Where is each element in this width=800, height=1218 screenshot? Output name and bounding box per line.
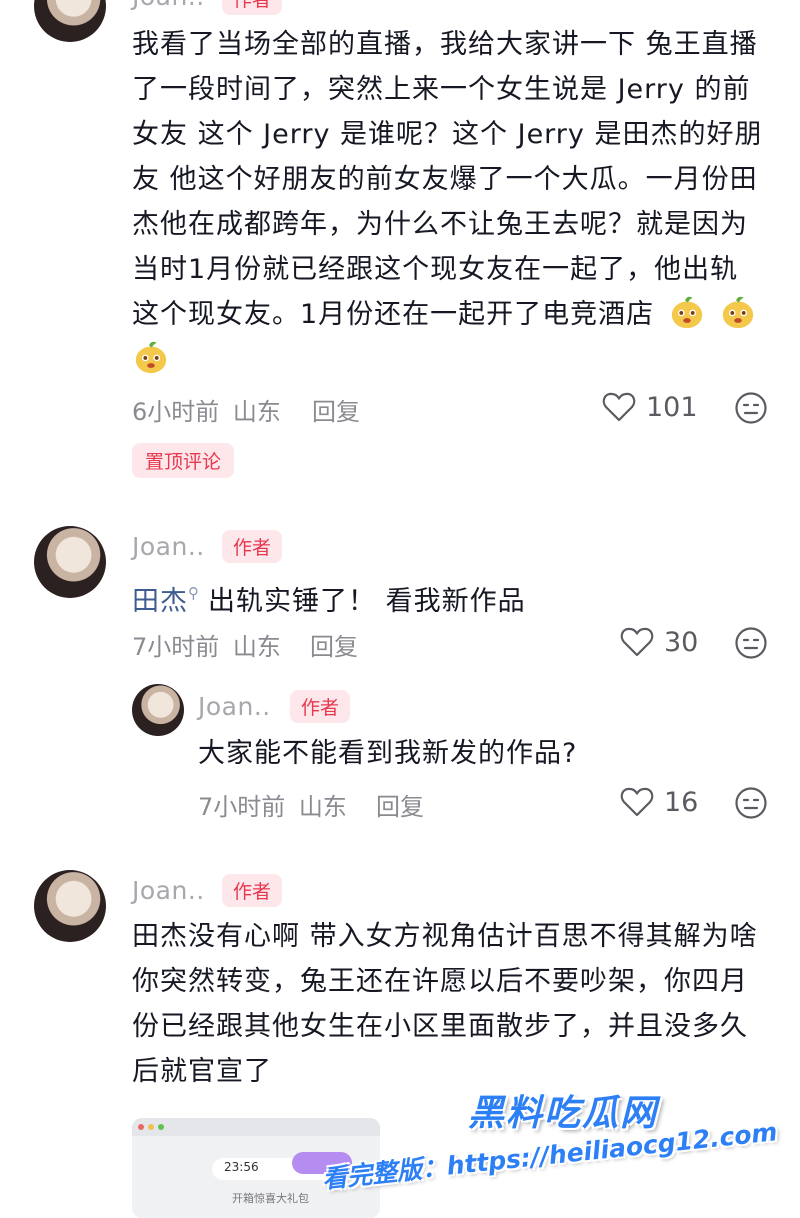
comment-username[interactable]: Joan.. xyxy=(198,692,271,721)
comment-line: 田杰没有心啊 带入女方视角估计百思不得其解为啥 xyxy=(132,921,758,952)
comment-text: 田杰没有心啊 带入女方视角估计百思不得其解为啥 你突然转变，兔王还在许愿以后不要… xyxy=(132,914,772,1094)
comment-text: 我看了当场全部的直播，我给大家讲一下 兔王直播 了一段时间了，突然上来一个女生说… xyxy=(132,22,772,382)
comment-line: 你突然转变，兔王还在许愿以后不要吵架，你四月 xyxy=(132,966,748,997)
comment-location: 山东 xyxy=(232,633,281,661)
thumb-time: 23:56 xyxy=(224,1160,259,1174)
comment-line: 这个现女友。1月份还在一起开了电竞酒店 xyxy=(132,299,655,330)
heart-icon xyxy=(602,392,636,422)
comment-line: 友 他这个好朋友的前女友爆了一个大瓜。一月份田 xyxy=(132,164,758,195)
avatar[interactable] xyxy=(34,0,106,42)
author-badge: 作者 xyxy=(290,690,351,723)
comment-time-location: 7小时前 山东 xyxy=(198,787,347,822)
mention-link[interactable]: 田杰 xyxy=(132,586,188,617)
comment-text: 田杰⚲ 出轨实锤了！ 看我新作品 xyxy=(132,571,772,624)
like-count: 30 xyxy=(664,626,699,658)
reply-button[interactable]: 回复 xyxy=(310,627,358,662)
dislike-face-icon[interactable] xyxy=(734,786,768,820)
comment-username[interactable]: Joan.. xyxy=(132,876,205,905)
heart-icon xyxy=(620,627,654,657)
comment-body: 出轨实锤了！ 看我新作品 xyxy=(208,586,526,617)
comment-username[interactable]: Joan.. xyxy=(132,532,205,561)
comment-username[interactable]: Joan.. xyxy=(132,0,205,11)
thumb-caption: 开箱惊喜大礼包 xyxy=(232,1192,309,1205)
reply-button[interactable]: 回复 xyxy=(376,787,424,822)
like-count: 16 xyxy=(664,786,699,818)
comment-time: 7小时前 xyxy=(198,793,286,821)
comment-time-location: 6小时前 山东 xyxy=(132,392,281,427)
heart-icon xyxy=(620,787,654,817)
comment-time: 6小时前 xyxy=(132,398,220,426)
comment-text: 大家能不能看到我新发的作品? xyxy=(198,731,758,776)
comment-line: 我看了当场全部的直播，我给大家讲一下 兔王直播 xyxy=(132,29,758,60)
watermark-title: 黑料吃瓜网 xyxy=(467,1093,658,1134)
window-dots xyxy=(138,1124,164,1130)
reply-button[interactable]: 回复 xyxy=(312,392,360,427)
comment-line: 份已经跟其他女生在小区里面散步了，并且没多久 xyxy=(132,1011,748,1042)
comment-location: 山东 xyxy=(232,398,281,426)
watermark: 黑料吃瓜网 看完整版：https://heiliaocg12.com xyxy=(321,1084,779,1194)
dislike-face-icon[interactable] xyxy=(734,391,768,425)
comment-line: 了一段时间了，突然上来一个女生说是 Jerry 的前 xyxy=(132,74,751,105)
comment-time-location: 7小时前 山东 xyxy=(132,627,281,662)
comment-time: 7小时前 xyxy=(132,633,220,661)
like-button[interactable]: 16 xyxy=(620,786,698,818)
comment-line: 杰他在成都跨年，为什么不让兔王去呢？就是因为 xyxy=(132,209,748,240)
author-badge: 作者 xyxy=(222,530,283,563)
avatar[interactable] xyxy=(132,684,184,736)
comment-line: 当时1月份就已经跟这个现女友在一起了，他出轨 xyxy=(132,254,739,285)
dislike-face-icon[interactable] xyxy=(734,626,768,660)
mango-face-emoji-icon xyxy=(723,296,754,329)
avatar[interactable] xyxy=(34,526,106,598)
like-count: 101 xyxy=(646,391,698,423)
search-icon: ⚲ xyxy=(188,584,200,602)
comment-body: 大家能不能看到我新发的作品? xyxy=(198,738,578,769)
mango-face-emoji-icon xyxy=(671,296,702,329)
avatar[interactable] xyxy=(34,870,106,942)
like-button[interactable]: 30 xyxy=(620,626,698,658)
author-badge: 作者 xyxy=(222,0,283,15)
author-badge: 作者 xyxy=(222,874,283,907)
mango-face-emoji-icon xyxy=(135,341,167,374)
like-button[interactable]: 101 xyxy=(602,391,698,423)
comment-location: 山东 xyxy=(298,793,347,821)
comment-line: 女友 这个 Jerry 是谁呢？这个 Jerry 是田杰的好朋 xyxy=(132,119,763,150)
pinned-badge: 置顶评论 xyxy=(132,443,235,478)
